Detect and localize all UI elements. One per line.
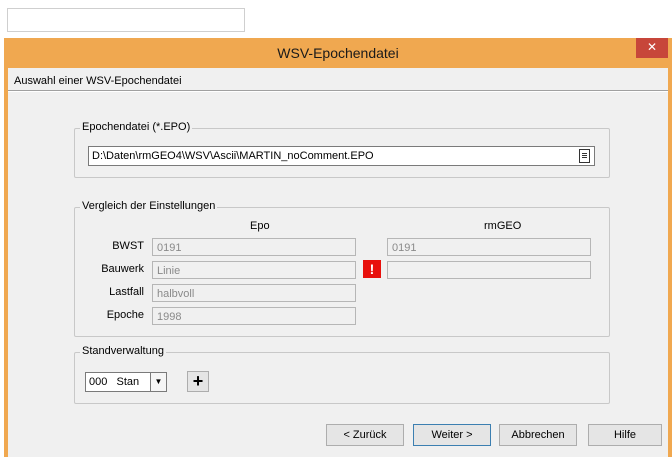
warning-icon: ! xyxy=(363,260,381,278)
column-header-rmgeo: rmGEO xyxy=(484,220,522,232)
bauwerk-rmgeo-field[interactable] xyxy=(387,261,591,279)
help-button[interactable]: Hilfe xyxy=(588,424,662,446)
vergleich-group: Vergleich der Einstellungen Epo rmGEO BW… xyxy=(74,200,610,337)
stand-select[interactable]: 000 Stan ▼ xyxy=(85,372,167,392)
add-stand-button[interactable]: + xyxy=(187,371,209,392)
page-header: Auswahl einer WSV-Epochendatei xyxy=(14,75,182,87)
background-input xyxy=(7,8,245,32)
stand-select-value: 000 Stan xyxy=(89,376,140,388)
epoche-epo-field[interactable]: 1998 xyxy=(152,307,356,325)
bauwerk-epo-field[interactable]: Linie xyxy=(152,261,356,279)
next-button[interactable]: Weiter > xyxy=(413,424,491,446)
lastfall-epo-field[interactable]: halbvoll xyxy=(152,284,356,302)
bwst-rmgeo-field[interactable]: 0191 xyxy=(387,238,591,256)
background-area xyxy=(0,0,672,38)
close-button[interactable]: ✕ xyxy=(636,38,668,58)
epo-path-input[interactable]: D:\Daten\rmGEO4\WSV\Ascii\MARTIN_noComme… xyxy=(88,146,595,166)
column-header-epo: Epo xyxy=(250,220,270,232)
cancel-button[interactable]: Abbrechen xyxy=(499,424,577,446)
row-label-epoche: Epoche xyxy=(106,309,144,321)
file-icon[interactable] xyxy=(579,149,590,163)
standverwaltung-group-label: Standverwaltung xyxy=(80,345,166,357)
window-title: WSV-Epochendatei xyxy=(277,45,399,61)
header-divider xyxy=(8,90,668,92)
vergleich-group-label: Vergleich der Einstellungen xyxy=(80,200,218,212)
bwst-epo-field[interactable]: 0191 xyxy=(152,238,356,256)
standverwaltung-group: Standverwaltung 000 Stan ▼ + xyxy=(74,345,610,404)
chevron-down-icon[interactable]: ▼ xyxy=(150,373,166,391)
epochendatei-group: Epochendatei (*.EPO) D:\Daten\rmGEO4\WSV… xyxy=(74,121,610,178)
row-label-bwst: BWST xyxy=(112,240,144,252)
row-label-bauwerk: Bauwerk xyxy=(101,263,144,275)
row-label-lastfall: Lastfall xyxy=(109,286,144,298)
dialog-window: WSV-Epochendatei ✕ Auswahl einer WSV-Epo… xyxy=(4,38,672,457)
dialog-client: Auswahl einer WSV-Epochendatei Epochenda… xyxy=(8,68,668,457)
back-button[interactable]: < Zurück xyxy=(326,424,404,446)
epochendatei-group-label: Epochendatei (*.EPO) xyxy=(80,121,193,133)
title-bar[interactable]: WSV-Epochendatei ✕ xyxy=(4,38,672,68)
epo-path-text: D:\Daten\rmGEO4\WSV\Ascii\MARTIN_noComme… xyxy=(92,150,374,162)
